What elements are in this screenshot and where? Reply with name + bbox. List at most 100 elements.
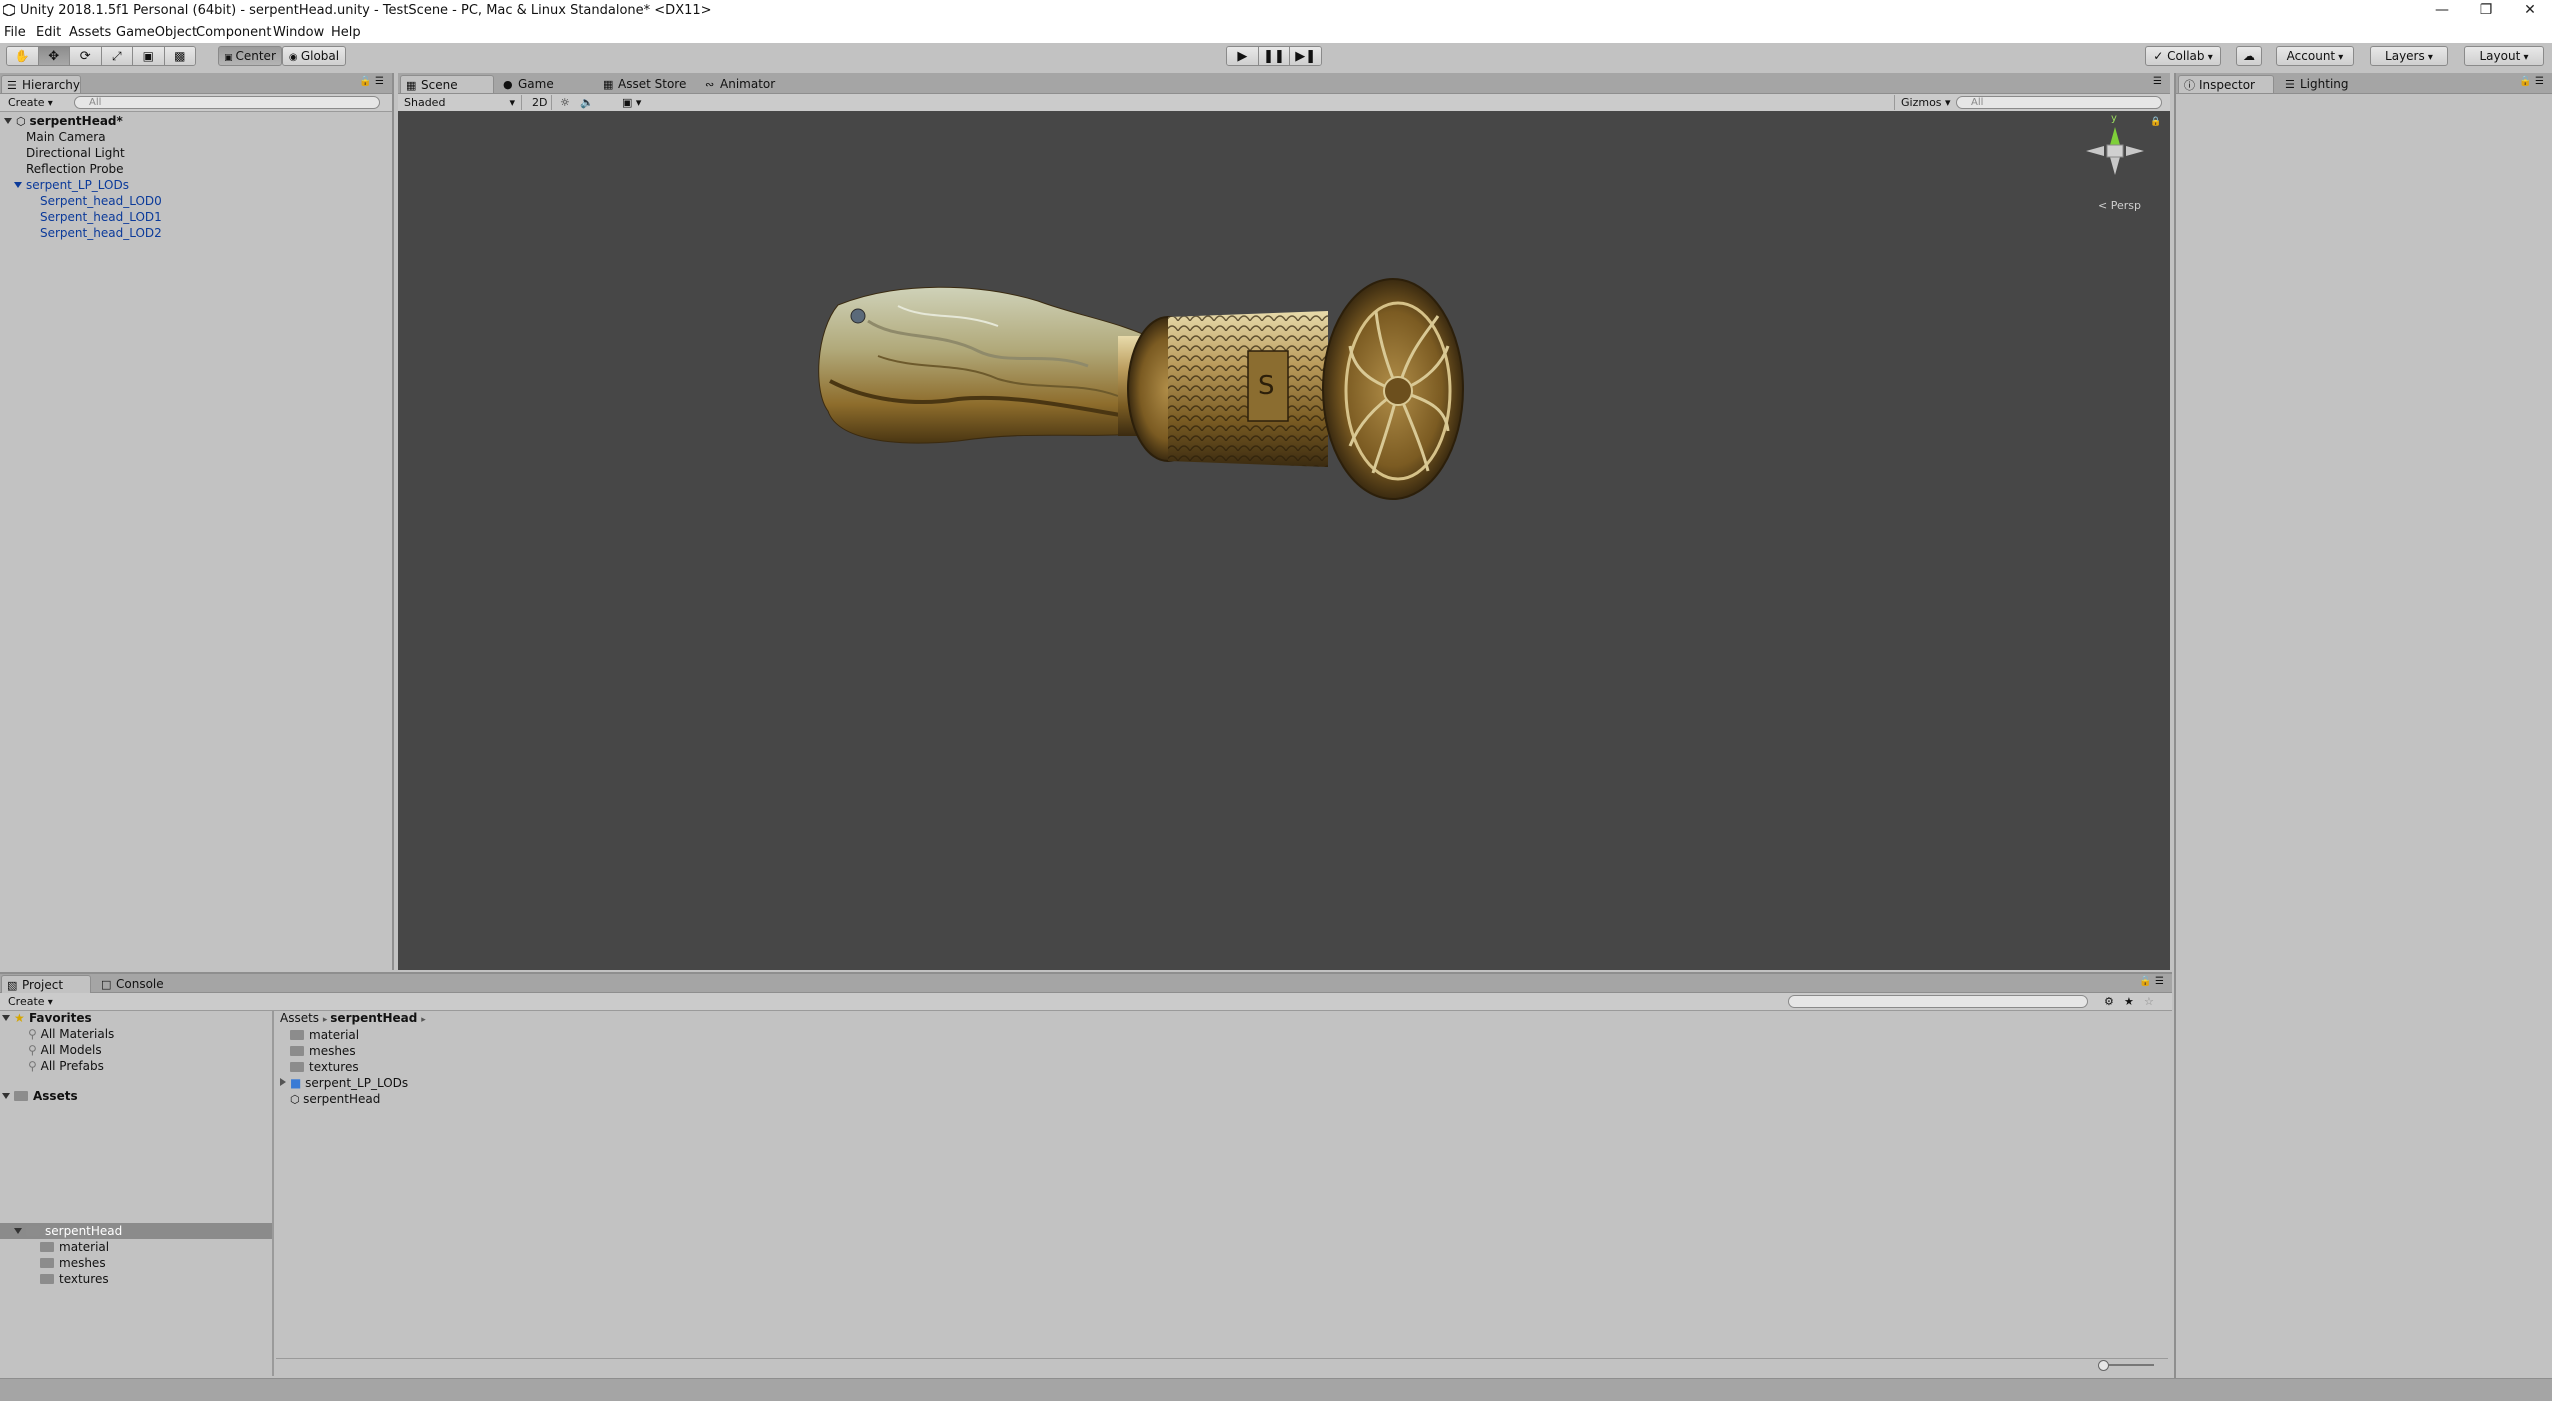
lock-icon[interactable]: 🔒	[2150, 117, 2161, 127]
lighting-toggle-icon[interactable]: ☼	[554, 95, 576, 110]
scene-root[interactable]: ⬡ serpentHead*	[4, 113, 123, 129]
hierarchy-search-input[interactable]: All	[74, 96, 380, 109]
menu-component[interactable]: Component	[196, 25, 271, 40]
tab-inspector[interactable]: ⓘ Inspector	[2178, 75, 2274, 93]
rotate-tool-button[interactable]: ⟳	[70, 47, 102, 65]
cloud-button[interactable]: ☁	[2236, 46, 2262, 66]
panel-menu-icon[interactable]: 🔒 ☰	[2519, 76, 2544, 87]
scene-viewport[interactable]: S y < Persp 🔒	[398, 111, 2170, 970]
tab-lighting[interactable]: ☰ Lighting	[2280, 75, 2361, 93]
file-label: meshes	[309, 1044, 356, 1058]
hierarchy-create-button[interactable]: Create	[2, 95, 59, 110]
hierarchy-item-prefab[interactable]: serpent_LP_LODs	[14, 177, 129, 193]
favorite-label: All Models	[40, 1043, 102, 1057]
pivot-center-toggle[interactable]: ▣ Center	[218, 46, 282, 66]
hand-tool-button[interactable]: ✋	[7, 47, 39, 65]
menu-gameobject[interactable]: GameObject	[116, 25, 197, 40]
tab-hierarchy[interactable]: ☰ Hierarchy	[1, 75, 81, 93]
tab-game[interactable]: ● Game	[498, 75, 566, 93]
favorite-item[interactable]: ⚲ All Models	[28, 1042, 102, 1058]
assets-header[interactable]: Assets	[2, 1088, 78, 1104]
tab-scene[interactable]: ▦ Scene	[400, 75, 494, 93]
panel-menu-icon[interactable]: 🔒 ☰	[359, 76, 384, 87]
collab-dropdown[interactable]: ✓ Collab	[2145, 46, 2221, 66]
gizmos-dropdown[interactable]: Gizmos ▾	[1894, 95, 1957, 110]
tree-selected-folder[interactable]: serpentHead	[0, 1223, 272, 1239]
assets-label: Assets	[33, 1089, 78, 1103]
tab-project[interactable]: ▧ Project	[1, 975, 91, 993]
rect-tool-button[interactable]: ▣	[133, 47, 165, 65]
serpent-head-model: S	[818, 278, 1464, 500]
close-button[interactable]: ✕	[2508, 0, 2552, 22]
shading-mode-dropdown[interactable]: Shaded ▾	[398, 95, 522, 110]
tab-console[interactable]: □ Console	[96, 975, 176, 993]
favorites-header[interactable]: ★ Favorites	[2, 1010, 92, 1026]
space-global-toggle[interactable]: ◉ Global	[282, 46, 346, 66]
hierarchy-panel: ☰ Hierarchy 🔒 ☰ Create All ⬡ serpentHead*…	[0, 73, 394, 970]
restore-button[interactable]: ❐	[2464, 0, 2508, 22]
tab-asset-store[interactable]: ▦ Asset Store	[598, 75, 698, 93]
folder-label: meshes	[59, 1256, 106, 1270]
layout-dropdown[interactable]: Layout	[2464, 46, 2544, 66]
playback-controls: ▶ ❚❚ ▶❚	[1226, 46, 1322, 66]
move-tool-button[interactable]: ✥	[38, 47, 70, 65]
play-button[interactable]: ▶	[1227, 47, 1259, 65]
breadcrumb-item[interactable]: serpentHead	[330, 1011, 417, 1025]
scene-search-input[interactable]: All	[1956, 96, 2162, 109]
file-item[interactable]: textures	[290, 1059, 359, 1075]
2d-toggle[interactable]: 2D	[526, 95, 552, 110]
project-create-button[interactable]: Create	[2, 994, 59, 1009]
filter-label-icon[interactable]: ★	[2118, 994, 2140, 1009]
layers-dropdown[interactable]: Layers	[2370, 46, 2448, 66]
tab-animator[interactable]: ∾ Animator	[700, 75, 787, 93]
panel-menu-icon[interactable]: ☰	[2153, 76, 2162, 87]
breadcrumb-item[interactable]: Assets	[280, 1011, 319, 1025]
menu-assets[interactable]: Assets	[69, 25, 111, 40]
file-item[interactable]: meshes	[290, 1043, 356, 1059]
hierarchy-item[interactable]: Main Camera	[26, 129, 106, 145]
favorite-item[interactable]: ⚲ All Prefabs	[28, 1058, 104, 1074]
hierarchy-item[interactable]: Directional Light	[26, 145, 125, 161]
scale-tool-button[interactable]: ⤢	[101, 47, 133, 65]
pause-button[interactable]: ❚❚	[1258, 47, 1291, 65]
hierarchy-item-child[interactable]: Serpent_head_LOD2	[40, 225, 162, 241]
menu-help[interactable]: Help	[331, 25, 361, 40]
store-icon: ▦	[603, 78, 614, 91]
hierarchy-item[interactable]: Reflection Probe	[26, 161, 124, 177]
menu-bar: File Edit Assets GameObject Component Wi…	[0, 22, 2552, 43]
favorite-item[interactable]: ⚲ All Materials	[28, 1026, 114, 1042]
filter-type-icon[interactable]: ⚙	[2098, 994, 2120, 1009]
file-item-scene[interactable]: ⬡ serpentHead	[290, 1091, 380, 1107]
menu-window[interactable]: Window	[273, 25, 324, 40]
panel-menu-icon[interactable]: 🔒 ☰	[2139, 976, 2164, 987]
tree-folder[interactable]: material	[40, 1239, 109, 1255]
file-label: material	[309, 1028, 360, 1042]
effects-dropdown-icon[interactable]: ▣ ▾	[616, 95, 647, 110]
projection-text: Persp	[2110, 199, 2141, 212]
minimize-button[interactable]: —	[2420, 0, 2464, 22]
hand-icon: ✋	[14, 49, 30, 63]
account-dropdown[interactable]: Account	[2276, 46, 2354, 66]
tree-folder[interactable]: textures	[40, 1271, 109, 1287]
menu-file[interactable]: File	[4, 25, 26, 40]
slider-handle[interactable]	[2098, 1360, 2109, 1371]
favorite-label: All Materials	[40, 1027, 115, 1041]
star-icon: ★	[14, 1011, 29, 1025]
menu-edit[interactable]: Edit	[36, 25, 61, 40]
project-search-input[interactable]	[1788, 995, 2088, 1008]
tree-folder[interactable]: meshes	[40, 1255, 106, 1271]
favorite-star-icon[interactable]: ☆	[2138, 994, 2160, 1009]
projection-label[interactable]: < Persp	[2098, 199, 2141, 212]
file-item[interactable]: material	[290, 1027, 359, 1043]
hierarchy-item-child[interactable]: Serpent_head_LOD1	[40, 209, 162, 225]
project-panel: ▧Project □ Console 🔒 ☰ Create ⚙ ★ ☆ ★ Fav…	[0, 972, 2172, 1378]
rotate-icon: ⟳	[79, 48, 91, 64]
audio-toggle-icon[interactable]: 🔈	[574, 95, 600, 110]
gizmos-label: Gizmos	[1901, 96, 1942, 109]
transform-tool-button[interactable]: ▩	[164, 47, 195, 65]
file-item-prefab[interactable]: ■ serpent_LP_LODs	[280, 1075, 408, 1091]
hierarchy-tabbar: ☰ Hierarchy 🔒 ☰	[0, 73, 392, 94]
orientation-gizmo[interactable]	[2080, 121, 2150, 181]
hierarchy-item-child[interactable]: Serpent_head_LOD0	[40, 193, 162, 209]
step-button[interactable]: ▶❚	[1290, 47, 1321, 65]
